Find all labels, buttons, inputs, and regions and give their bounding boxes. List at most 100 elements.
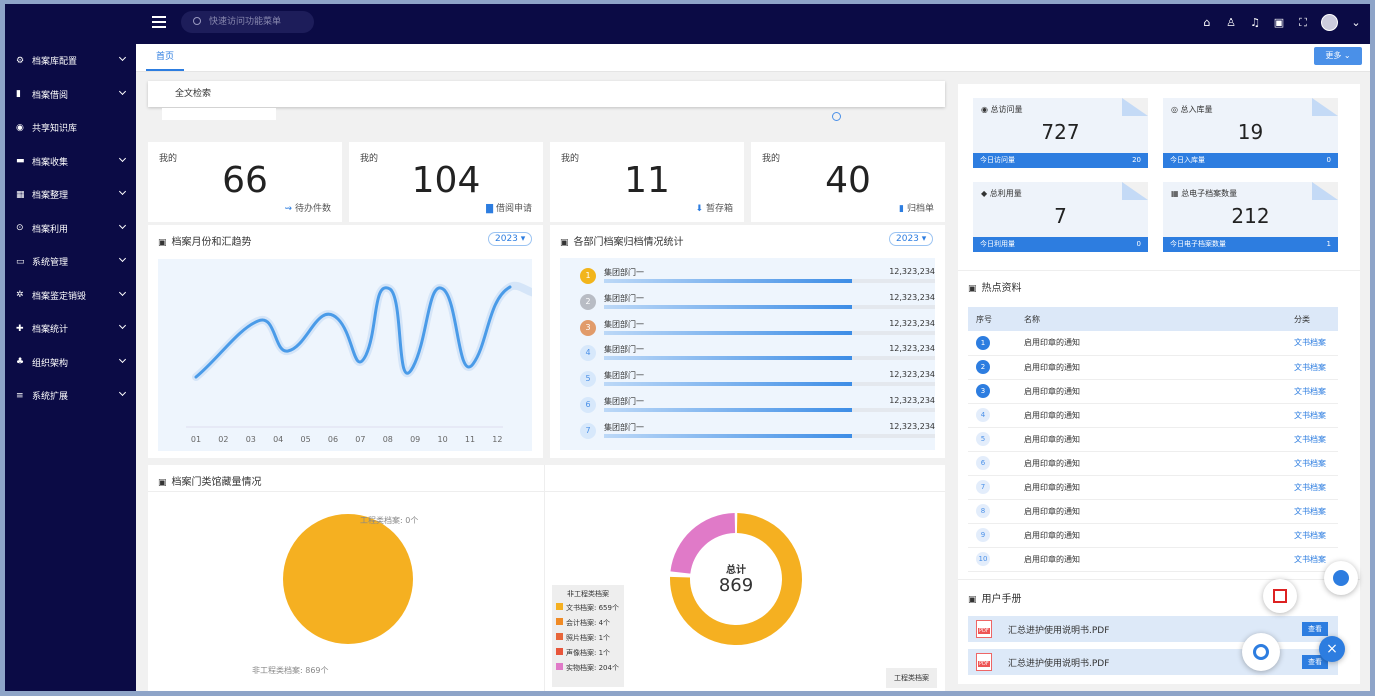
manual-title: 用户手册 (968, 590, 1022, 605)
dept-value: 12,323,234 (889, 396, 935, 405)
row-class-link[interactable]: 文书档案 (1286, 379, 1338, 404)
search-icon[interactable] (832, 112, 841, 121)
summary-footer: 今日电子档案数量 1 (1163, 237, 1338, 252)
row-class-link[interactable]: 文书档案 (1286, 451, 1338, 476)
menu-toggle-icon[interactable] (152, 16, 166, 28)
trend-year-select[interactable]: 2023 ▾ (488, 232, 533, 246)
table-row[interactable]: 4 启用印章的通知 文书档案 (968, 403, 1338, 428)
dept-rank-list: 1 集团部门一 12,323,234 2 集团部门一 12,323,234 3 集团部门一 12… (560, 258, 935, 450)
dept-progress-fill (604, 304, 853, 309)
stat-card-2[interactable]: 我的 11 ⬇ 暂存箱 (550, 142, 744, 222)
rank-badge: 7 (580, 422, 596, 439)
org-icon: ♣ (16, 357, 25, 368)
more-button[interactable]: 更多 ⌄ (1314, 47, 1362, 65)
sidebar-item-0[interactable]: ⚙ 档案库配置 (5, 44, 136, 78)
stat-card-0[interactable]: 我的 66 ⇝ 待办件数 (148, 142, 342, 222)
book-icon: ▮ (16, 89, 21, 100)
row-class-link[interactable]: 文书档案 (1286, 427, 1338, 452)
dept-year-select[interactable]: 2023 ▾ (889, 232, 934, 246)
table-row[interactable]: 2 启用印章的通知 文书档案 (968, 355, 1338, 380)
legend-item: 声像档案: 1个 (556, 646, 620, 661)
sidebar-item-2[interactable]: ◉ 共享知识库 (5, 111, 136, 145)
assistant-float-button[interactable] (1242, 633, 1280, 671)
dept-progress-fill (604, 408, 853, 412)
summary-foot-label: 今日利用量 (980, 240, 1015, 248)
table-row[interactable]: 6 启用印章的通知 文书档案 (968, 451, 1338, 476)
sidebar-item-1[interactable]: ▮ 档案借阅 (5, 78, 136, 112)
screen-icon[interactable]: ▣ (1273, 16, 1285, 29)
view-button[interactable]: 查看 (1302, 622, 1328, 636)
bell-icon[interactable]: ♫ (1249, 16, 1261, 29)
row-class-link[interactable]: 文书档案 (1286, 355, 1338, 380)
summary-card-0[interactable]: ◉ 总访问量 727 今日访问量 20 (973, 98, 1148, 168)
row-no: 2 (968, 355, 1016, 380)
chevron-down-icon (118, 187, 127, 196)
fullscreen-icon[interactable]: ⛶ (1297, 16, 1309, 30)
manual-name[interactable]: 汇总进护使用说明书.PDF (1008, 656, 1109, 669)
sidebar-item-3[interactable]: ▬ 档案收集 (5, 145, 136, 179)
medal-icon: 3 (580, 319, 596, 336)
chevron-down-icon (118, 388, 127, 397)
sidebar-item-7[interactable]: ✲ 档案鉴定销毁 (5, 279, 136, 313)
table-row[interactable]: 8 启用印章的通知 文书档案 (968, 499, 1338, 524)
tab-home[interactable]: 首页 (146, 44, 185, 71)
row-class-link[interactable]: 文书档案 (1286, 331, 1338, 356)
legend-swatch (556, 633, 563, 640)
diamond-icon: ◆ (981, 189, 990, 198)
shirt-icon[interactable]: ♙ (1225, 16, 1237, 29)
grid-icon: ▦ (1171, 189, 1182, 198)
summary-card-2[interactable]: ◆ 总利用量 7 今日利用量 0 (973, 182, 1148, 252)
dept-name: 集团部门一 (604, 268, 644, 277)
close-icon[interactable]: × (1319, 636, 1345, 662)
row-class-link[interactable]: 文书档案 (1286, 523, 1338, 548)
row-no: 10 (968, 547, 1016, 572)
top-bar: 快速访问功能菜单 ⌂ ♙ ♫ ▣ ⛶ ⌄ (5, 4, 1370, 44)
hot-title: 热点资料 (968, 279, 1022, 294)
table-row[interactable]: 3 启用印章的通知 文书档案 (968, 379, 1338, 404)
card-corner (1122, 98, 1148, 116)
summary-card-3[interactable]: ▦ 总电子档案数量 212 今日电子档案数量 1 (1163, 182, 1338, 252)
row-class-link[interactable]: 文书档案 (1286, 475, 1338, 500)
home-icon[interactable]: ⌂ (1201, 16, 1213, 29)
table-row[interactable]: 10 启用印章的通知 文书档案 (968, 547, 1338, 572)
sidebar-item-10[interactable]: ≡ 系统扩展 (5, 379, 136, 413)
stat-card-1[interactable]: 我的 104 ▇ 借阅申请 (349, 142, 543, 222)
sidebar-item-4[interactable]: ▦ 档案整理 (5, 178, 136, 212)
stat-card-3[interactable]: 我的 40 ▮ 归档单 (751, 142, 945, 222)
fulltext-search[interactable]: 全文检索 (148, 81, 945, 107)
summary-card-1[interactable]: ◎ 总入库量 19 今日入库量 0 (1163, 98, 1338, 168)
sidebar-item-5[interactable]: ⊙ 档案利用 (5, 212, 136, 246)
row-class-link[interactable]: 文书档案 (1286, 499, 1338, 524)
table-row[interactable]: 7 启用印章的通知 文书档案 (968, 475, 1338, 500)
sidebar-item-8[interactable]: ✚ 档案统计 (5, 312, 136, 346)
legend-swatch (556, 618, 563, 625)
donut-legend: 非工程类档案 文书档案: 659个 会计档案: 4个 照片档案: 1个 声像档案: 1… (552, 585, 624, 687)
row-no-badge: 3 (976, 384, 990, 398)
table-row[interactable]: 1 启用印章的通知 文书档案 (968, 331, 1338, 356)
legend-label: 声像档案: 1个 (566, 649, 611, 657)
trend-x-tick: 03 (246, 435, 256, 444)
dept-rank-row: 2 集团部门一 12,323,234 (580, 292, 935, 314)
sidebar-item-9[interactable]: ♣ 组织架构 (5, 346, 136, 380)
menu-search-input[interactable]: 快速访问功能菜单 (181, 11, 314, 33)
trend-x-tick: 07 (355, 435, 365, 444)
legend-label: 文书档案: 659个 (566, 604, 619, 612)
sidebar-item-label: 档案借阅 (32, 90, 69, 101)
table-row[interactable]: 9 启用印章的通知 文书档案 (968, 523, 1338, 548)
chevron-down-icon[interactable]: ⌄ (1350, 16, 1362, 29)
manual-row: 汇总进护使用说明书.PDF查看 (968, 649, 1338, 675)
sidebar-item-6[interactable]: ▭ 系统管理 (5, 245, 136, 279)
row-class-link[interactable]: 文书档案 (1286, 403, 1338, 428)
row-no-badge: 9 (976, 528, 990, 542)
avatar[interactable] (1321, 14, 1338, 31)
dept-year: 2023 (896, 234, 919, 244)
app-float-button[interactable] (1324, 561, 1358, 595)
summary-label: ◉ 总访问量 (981, 104, 1023, 115)
summary-value: 727 (1041, 120, 1080, 144)
layout-float-button[interactable] (1263, 579, 1297, 613)
sidebar-item-label: 档案收集 (32, 157, 69, 168)
share-icon: ◉ (16, 122, 24, 133)
dept-value: 12,323,234 (889, 370, 935, 380)
manual-name[interactable]: 汇总进护使用说明书.PDF (1008, 623, 1109, 636)
table-row[interactable]: 5 启用印章的通知 文书档案 (968, 427, 1338, 452)
